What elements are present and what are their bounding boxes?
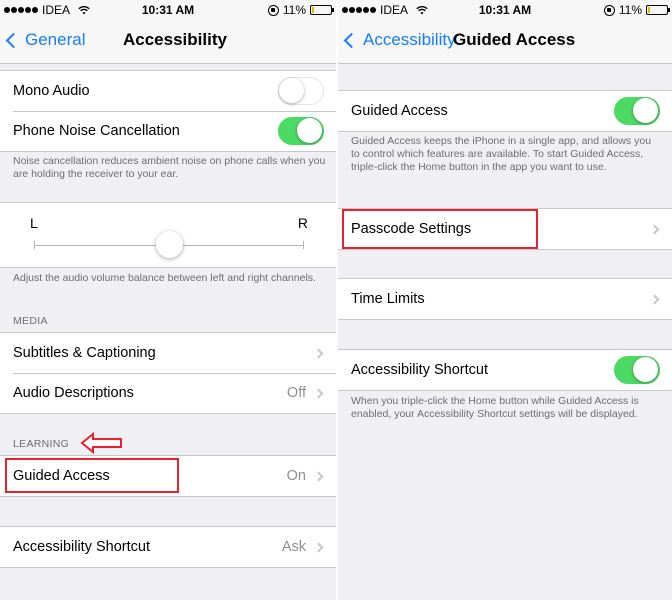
- guided-access-footnote: Guided Access keeps the iPhone in a sing…: [351, 135, 652, 173]
- learning-group: Guided Access On: [0, 455, 336, 497]
- chevron-right-icon: [313, 348, 324, 358]
- rotation-lock-icon: [603, 4, 615, 16]
- media-section-header: MEDIA: [13, 315, 48, 327]
- chevron-left-icon: [343, 32, 360, 49]
- noise-cancellation-toggle[interactable]: [278, 117, 324, 145]
- rotation-lock-icon: [267, 4, 279, 16]
- audio-group: Mono Audio Phone Noise Cancellation: [0, 70, 336, 152]
- toggle-knob: [297, 118, 322, 143]
- media-group: Subtitles & Captioning Audio Description…: [0, 332, 336, 414]
- accessibility-shortcut-value: Ask: [281, 539, 306, 555]
- toggle-knob: [633, 357, 658, 382]
- passcode-group: Passcode Settings: [338, 208, 672, 250]
- accessibility-screen: IDEA 10:31 AM 11% General Accessibility …: [0, 0, 336, 600]
- guided-access-screen: IDEA 10:31 AM 11% Accessibility Guided A…: [338, 0, 672, 600]
- noise-footnote: Noise cancellation reduces ambient noise…: [13, 155, 326, 180]
- battery-percent: 11%: [282, 3, 306, 17]
- accessibility-shortcut-toggle[interactable]: [614, 356, 660, 384]
- page-title: Accessibility: [123, 30, 227, 49]
- learning-section-header: LEARNING: [13, 438, 70, 450]
- audio-descriptions-label: Audio Descriptions: [13, 385, 134, 401]
- guided-access-toggle[interactable]: [614, 97, 660, 125]
- guided-access-value: On: [286, 468, 306, 484]
- subtitles-label: Subtitles & Captioning: [13, 345, 156, 361]
- battery-percent: 11%: [618, 3, 642, 17]
- balance-group: L R: [0, 202, 336, 268]
- nav-bar: Accessibility Guided Access: [338, 20, 672, 64]
- toggle-knob: [633, 98, 658, 123]
- chevron-left-icon: [5, 32, 22, 49]
- chevron-right-icon: [649, 224, 660, 234]
- back-label: General: [25, 30, 86, 49]
- battery-icon: [646, 5, 670, 15]
- page-title: Guided Access: [453, 30, 576, 49]
- accessibility-shortcut-label: Accessibility Shortcut: [351, 362, 488, 378]
- status-right: 11%: [267, 3, 334, 17]
- noise-cancellation-label: Phone Noise Cancellation: [13, 123, 180, 139]
- nav-bar: General Accessibility: [0, 20, 336, 64]
- balance-footnote: Adjust the audio volume balance between …: [13, 272, 316, 284]
- accessibility-shortcut-toggle-row: Accessibility Shortcut: [338, 350, 672, 390]
- track-tick-left: [34, 241, 35, 249]
- time-limits-group: Time Limits: [338, 278, 672, 320]
- chevron-right-icon: [649, 294, 660, 304]
- guided-access-toggle-row: Guided Access: [338, 91, 672, 131]
- guided-access-label: Guided Access: [13, 468, 110, 484]
- back-label: Accessibility: [363, 30, 456, 49]
- shortcut-group: Accessibility Shortcut: [338, 349, 672, 391]
- shortcut-footnote: When you triple-click the Home button wh…: [351, 395, 639, 420]
- balance-left-label: L: [30, 215, 38, 231]
- balance-slider-thumb[interactable]: [156, 231, 183, 258]
- toggle-knob: [279, 78, 304, 103]
- status-right: 11%: [603, 3, 670, 17]
- passcode-settings-label: Passcode Settings: [351, 221, 472, 237]
- accessibility-shortcut-label: Accessibility Shortcut: [13, 539, 150, 555]
- back-button-accessibility[interactable]: Accessibility: [343, 30, 456, 50]
- battery-icon: [310, 5, 334, 15]
- back-button-general[interactable]: General: [5, 30, 86, 50]
- balance-right-label: R: [297, 215, 308, 231]
- accessibility-shortcut-row[interactable]: Accessibility Shortcut Ask: [0, 527, 336, 567]
- guided-access-row[interactable]: Guided Access On: [0, 456, 336, 496]
- mono-audio-toggle[interactable]: [278, 77, 324, 105]
- time-limits-row[interactable]: Time Limits: [338, 279, 672, 319]
- audio-descriptions-row[interactable]: Audio Descriptions Off: [0, 373, 336, 413]
- status-bar: IDEA 10:31 AM 11%: [338, 0, 672, 20]
- audio-descriptions-value: Off: [286, 385, 306, 401]
- shortcut-group: Accessibility Shortcut Ask: [0, 526, 336, 568]
- chevron-right-icon: [313, 471, 324, 481]
- status-bar: IDEA 10:31 AM 11%: [0, 0, 336, 20]
- passcode-settings-row[interactable]: Passcode Settings: [338, 209, 672, 249]
- guided-access-label: Guided Access: [351, 103, 448, 119]
- guided-access-group: Guided Access: [338, 90, 672, 132]
- noise-cancellation-row: Phone Noise Cancellation: [0, 111, 336, 151]
- time-limits-label: Time Limits: [351, 291, 425, 307]
- red-arrow-annotation: [80, 432, 122, 454]
- chevron-right-icon: [313, 388, 324, 398]
- chevron-right-icon: [313, 542, 324, 552]
- subtitles-row[interactable]: Subtitles & Captioning: [0, 333, 336, 373]
- mono-audio-row: Mono Audio: [0, 71, 336, 111]
- mono-audio-label: Mono Audio: [13, 83, 90, 99]
- track-tick-right: [303, 241, 304, 249]
